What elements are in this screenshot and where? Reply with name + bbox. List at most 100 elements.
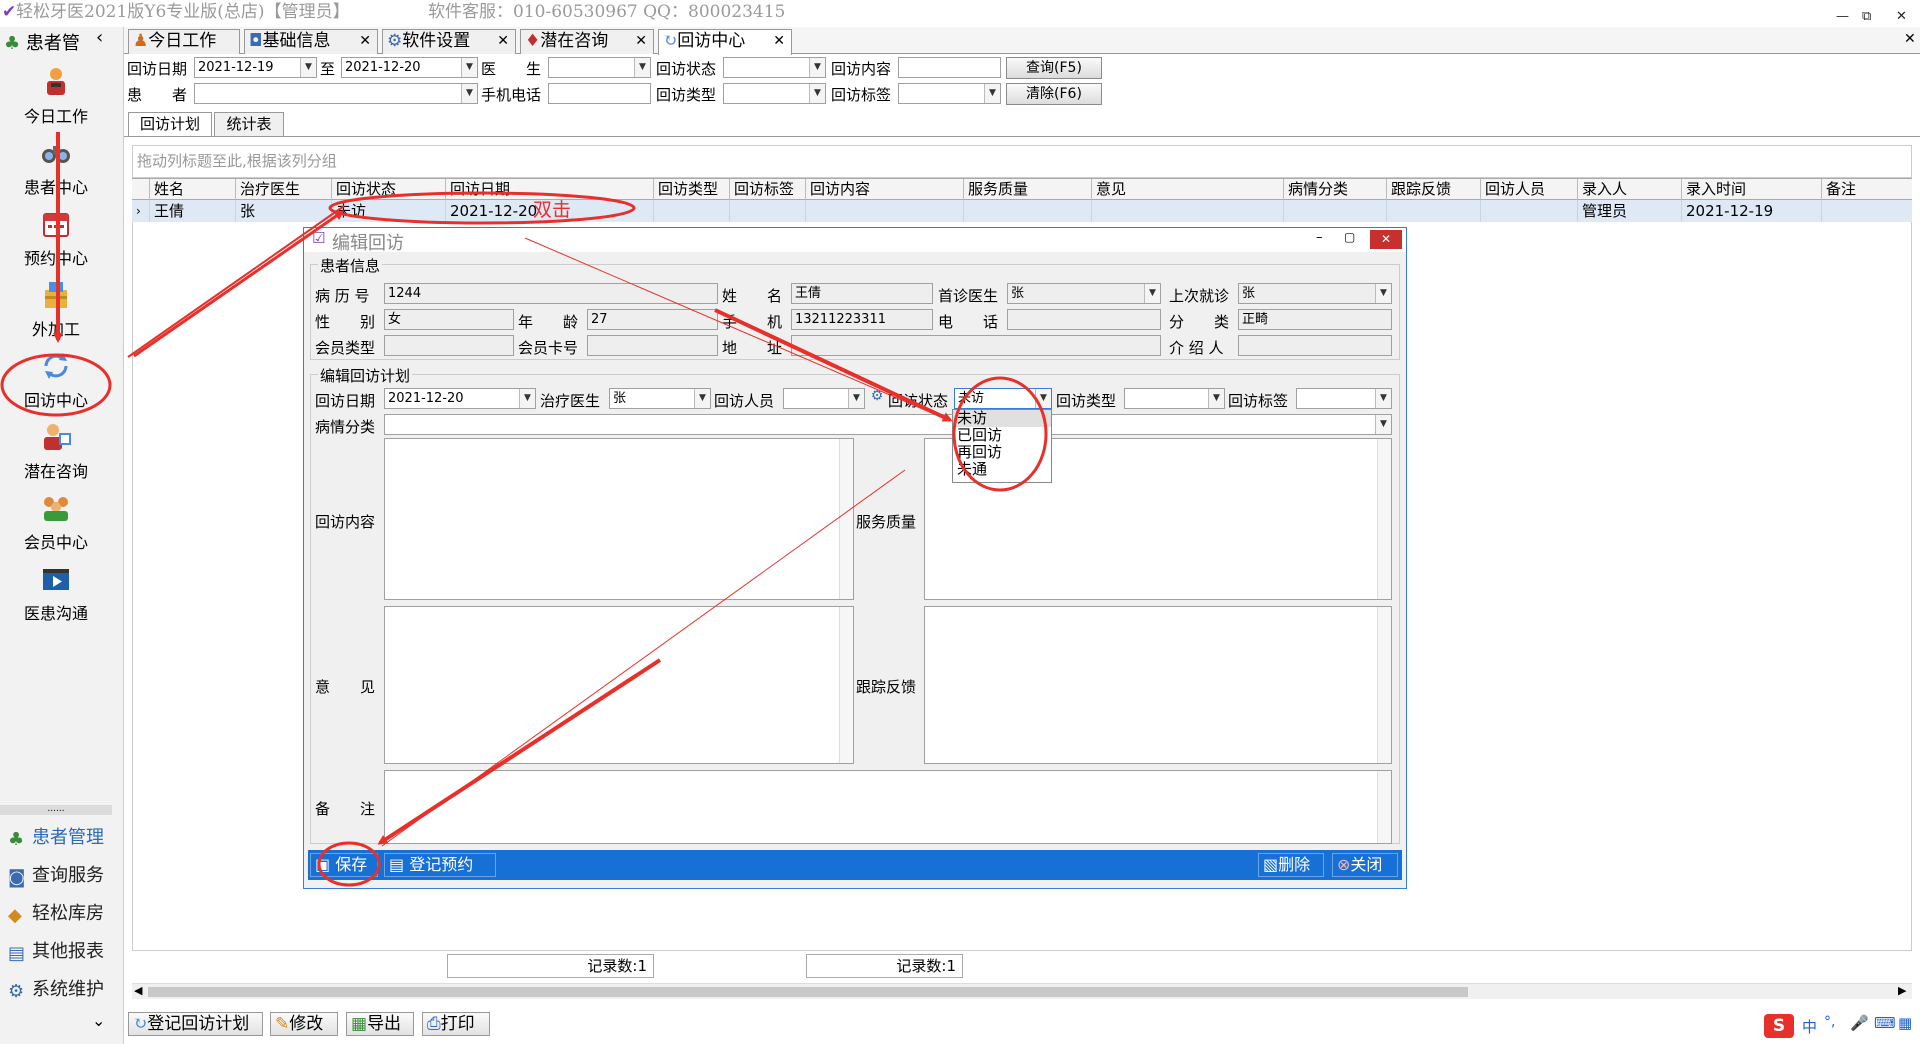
- tab-followup-center[interactable]: ↻回访中心 ✕: [658, 29, 792, 55]
- subtab-statistics[interactable]: 统计表: [214, 112, 284, 136]
- gear-icon[interactable]: ⚙: [867, 388, 887, 409]
- sogou-ime-icon[interactable]: S: [1764, 1014, 1794, 1038]
- microphone-icon[interactable]: 🎤: [1850, 1014, 1869, 1032]
- scroll-right-icon[interactable]: ▶: [1898, 984, 1906, 997]
- apps-icon[interactable]: ▦: [1898, 1014, 1912, 1032]
- tel-field[interactable]: [1007, 309, 1161, 330]
- scrollbar[interactable]: [1377, 607, 1391, 763]
- dropdown-option[interactable]: 已回访: [953, 427, 1051, 444]
- column-header[interactable]: 跟踪反馈: [1387, 179, 1481, 200]
- scrollbar[interactable]: [1377, 771, 1391, 843]
- column-header[interactable]: 病情分类: [1284, 179, 1387, 200]
- nav-member-center[interactable]: 会员中心: [0, 491, 112, 553]
- member-card-field[interactable]: [587, 335, 718, 356]
- tab-basic-info[interactable]: ◘基础信息 ✕: [244, 29, 378, 54]
- tab-potential-consult[interactable]: ♦潜在咨询 ✕: [520, 29, 654, 54]
- plan-type-select[interactable]: ▼: [1124, 388, 1225, 409]
- opinion-textarea[interactable]: [384, 606, 854, 764]
- table-cell[interactable]: [806, 200, 964, 222]
- chevron-down-icon[interactable]: ▼: [634, 58, 650, 77]
- close-tab-icon[interactable]: ✕: [635, 30, 647, 53]
- content-textarea[interactable]: [384, 438, 854, 600]
- sidebar-divider[interactable]: ......: [0, 805, 112, 815]
- chevron-down-icon[interactable]: ▼: [848, 389, 864, 408]
- name-field[interactable]: 王倩: [791, 283, 933, 304]
- close-tab-icon[interactable]: ✕: [497, 30, 509, 53]
- scroll-left-icon[interactable]: ◀: [134, 984, 142, 997]
- tab-software-settings[interactable]: ⚙软件设置 ✕: [382, 29, 516, 54]
- column-header[interactable]: 回访内容: [806, 179, 964, 200]
- table-cell[interactable]: 未访: [332, 200, 446, 222]
- collapse-sidebar-button[interactable]: ‹: [96, 27, 103, 48]
- chevron-down-icon[interactable]: ⌄: [92, 1011, 105, 1030]
- menu-patient-management[interactable]: ♣ 患者管理: [8, 823, 104, 850]
- dropdown-option[interactable]: 再回访: [953, 444, 1051, 461]
- filter-tag-select[interactable]: ▼: [898, 83, 1001, 104]
- column-header[interactable]: 服务质量: [964, 179, 1092, 200]
- column-header[interactable]: 回访日期: [446, 179, 654, 200]
- column-header[interactable]: 录入时间: [1682, 179, 1822, 200]
- chevron-down-icon[interactable]: ▼: [1375, 284, 1391, 303]
- filter-patient-select[interactable]: ▼: [194, 83, 478, 104]
- delete-button[interactable]: ▧删除: [1258, 853, 1324, 877]
- filter-phone-input[interactable]: [548, 83, 651, 104]
- nav-patient-center[interactable]: 患者中心: [0, 136, 112, 198]
- print-button[interactable]: ⎙打印: [422, 1012, 490, 1036]
- menu-other-reports[interactable]: ▤ 其他报表: [8, 937, 104, 964]
- category-field[interactable]: 正畸: [1238, 309, 1392, 330]
- ime-language[interactable]: 中: [1802, 1016, 1817, 1037]
- close-all-tabs-button[interactable]: ✕: [1904, 31, 1916, 47]
- table-cell[interactable]: [1822, 200, 1912, 222]
- dropdown-option[interactable]: 未通: [953, 461, 1051, 478]
- table-cell[interactable]: [1387, 200, 1481, 222]
- table-cell[interactable]: 2021-12-20: [446, 200, 654, 222]
- remark-textarea[interactable]: [384, 770, 1392, 844]
- nav-potential-consult[interactable]: 潜在咨询: [0, 420, 112, 482]
- table-row[interactable]: › 王倩 张 未访 2021-12-20 管理员 2021-12-19: [132, 200, 1912, 222]
- close-tab-icon[interactable]: ✕: [773, 30, 785, 53]
- column-header[interactable]: 备注: [1822, 179, 1912, 200]
- member-type-field[interactable]: [384, 335, 514, 356]
- record-no-field[interactable]: 1244: [384, 283, 718, 304]
- dialog-close-button[interactable]: ✕: [1370, 230, 1402, 249]
- table-cell[interactable]: [730, 200, 806, 222]
- chevron-down-icon[interactable]: ▼: [1375, 389, 1391, 408]
- column-header[interactable]: 录入人: [1578, 179, 1682, 200]
- restore-button[interactable]: ⧉: [1862, 4, 1871, 29]
- close-button[interactable]: ⊗关闭: [1332, 853, 1398, 877]
- column-header[interactable]: 回访人员: [1481, 179, 1578, 200]
- save-button[interactable]: ▣ 保存: [310, 853, 378, 877]
- close-tab-icon[interactable]: ✕: [359, 30, 371, 53]
- condition-select[interactable]: ▼: [384, 414, 1392, 435]
- export-button[interactable]: ▦导出: [346, 1012, 414, 1036]
- chevron-down-icon[interactable]: ▼: [809, 84, 825, 103]
- tab-today-work[interactable]: ♟今日工作: [128, 29, 240, 54]
- filter-type-select[interactable]: ▼: [723, 83, 826, 104]
- nav-external-processing[interactable]: 外加工: [0, 278, 112, 340]
- plan-tag-select[interactable]: ▼: [1296, 388, 1392, 409]
- scroll-thumb[interactable]: [148, 987, 1468, 997]
- menu-query-service[interactable]: ◙ 查询服务: [8, 861, 104, 888]
- register-followup-plan-button[interactable]: ↻登记回访计划: [128, 1012, 263, 1036]
- scrollbar[interactable]: [839, 439, 853, 599]
- table-cell[interactable]: [1481, 200, 1578, 222]
- age-field[interactable]: 27: [587, 309, 718, 330]
- subtab-followup-plan[interactable]: 回访计划: [128, 112, 212, 137]
- column-header[interactable]: 姓名: [150, 179, 236, 200]
- filter-status-select[interactable]: ▼: [723, 57, 826, 78]
- horizontal-scrollbar[interactable]: ◀ ▶: [132, 983, 1912, 999]
- plan-status-select[interactable]: 未访 ▼: [954, 388, 1052, 409]
- staff-select[interactable]: ▼: [783, 388, 865, 409]
- nav-doctor-patient-comm[interactable]: 医患沟通: [0, 562, 112, 624]
- filter-content-input[interactable]: [898, 57, 1001, 78]
- filter-doctor-select[interactable]: ▼: [548, 57, 651, 78]
- chevron-down-icon[interactable]: ▼: [461, 84, 477, 103]
- chevron-down-icon[interactable]: ▼: [300, 58, 316, 77]
- column-header[interactable]: 回访状态: [332, 179, 446, 200]
- mobile-field[interactable]: 13211223311: [791, 309, 933, 330]
- table-cell[interactable]: 2021-12-19: [1682, 200, 1822, 222]
- dialog-titlebar[interactable]: ☑ 编辑回访 – ▢ ✕: [304, 228, 1406, 254]
- feedback-textarea[interactable]: [924, 606, 1392, 764]
- minimize-button[interactable]: —: [1836, 4, 1849, 29]
- table-cell[interactable]: [1092, 200, 1284, 222]
